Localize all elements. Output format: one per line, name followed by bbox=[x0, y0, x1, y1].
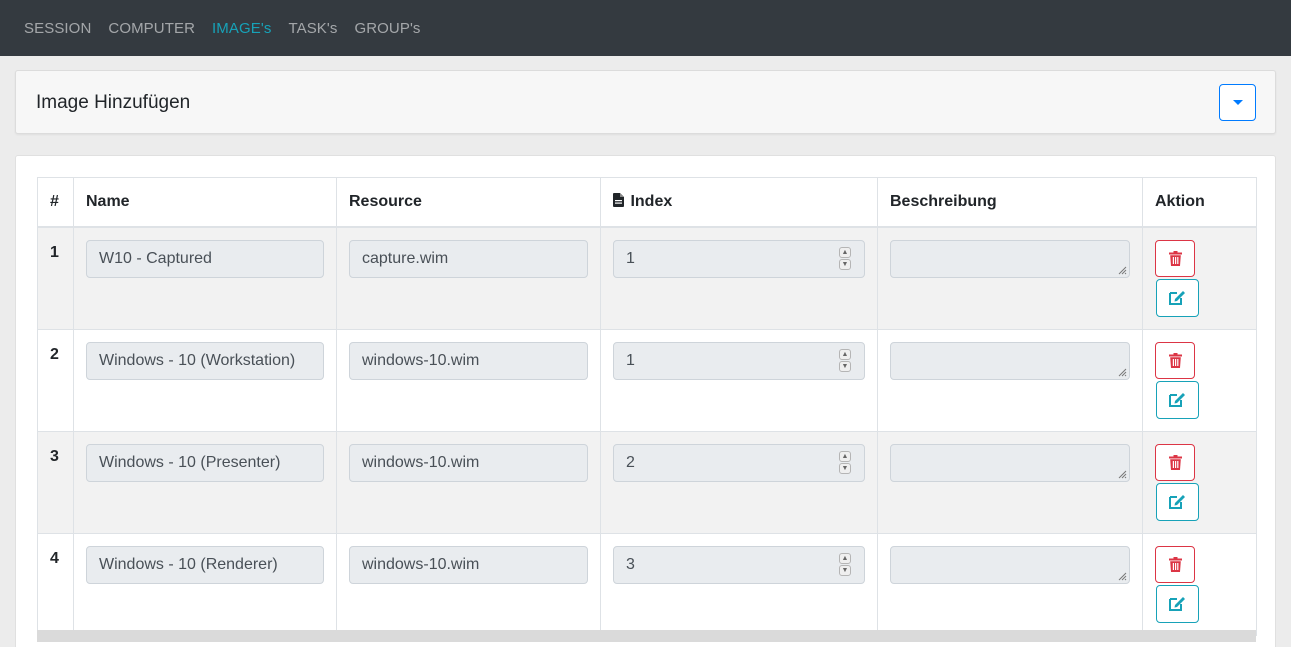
edit-icon bbox=[1169, 393, 1185, 407]
description-textarea[interactable] bbox=[890, 545, 1130, 584]
delete-button[interactable] bbox=[1155, 443, 1195, 481]
description-textarea[interactable] bbox=[890, 443, 1130, 482]
header-description: Beschreibung bbox=[877, 177, 1143, 228]
images-table: # Name Resource Index Beschreibung Aktio… bbox=[37, 177, 1257, 636]
images-table-card: # Name Resource Index Beschreibung Aktio… bbox=[15, 155, 1276, 647]
table-row: 4 Windows - 10 (Renderer) windows-10.wim… bbox=[37, 532, 1257, 636]
spin-up-icon[interactable]: ▲ bbox=[839, 246, 851, 258]
resize-grip-icon[interactable] bbox=[1118, 572, 1127, 581]
trash-icon bbox=[1168, 352, 1182, 368]
nav-item-session[interactable]: SESSION bbox=[24, 20, 91, 37]
name-input[interactable]: Windows - 10 (Workstation) bbox=[86, 341, 324, 380]
table-row: 1 W10 - Captured capture.wim 1 ▲ ▼ bbox=[37, 226, 1257, 330]
spin-up-icon[interactable]: ▲ bbox=[839, 450, 851, 462]
spin-down-icon[interactable]: ▼ bbox=[839, 258, 851, 270]
index-input[interactable]: 3 ▲ ▼ bbox=[613, 545, 865, 584]
file-icon bbox=[613, 193, 624, 207]
edit-icon bbox=[1169, 597, 1185, 611]
delete-button[interactable] bbox=[1155, 545, 1195, 583]
delete-button[interactable] bbox=[1155, 341, 1195, 379]
trash-icon bbox=[1168, 454, 1182, 470]
trash-icon bbox=[1168, 556, 1182, 572]
index-input[interactable]: 1 ▲ ▼ bbox=[613, 341, 865, 380]
name-input[interactable]: Windows - 10 (Presenter) bbox=[86, 443, 324, 482]
caret-down-icon bbox=[1232, 100, 1243, 105]
resize-grip-icon[interactable] bbox=[1118, 266, 1127, 275]
spin-up-icon[interactable]: ▲ bbox=[839, 348, 851, 360]
index-input[interactable]: 2 ▲ ▼ bbox=[613, 443, 865, 482]
spin-up-icon[interactable]: ▲ bbox=[839, 552, 851, 564]
add-image-title: Image Hinzufügen bbox=[36, 92, 191, 113]
nav-item-computer[interactable]: COMPUTER bbox=[108, 20, 195, 37]
delete-button[interactable] bbox=[1155, 239, 1195, 277]
row-number: 1 bbox=[37, 226, 74, 330]
number-spinner[interactable]: ▲ ▼ bbox=[839, 348, 851, 373]
header-action: Aktion bbox=[1142, 177, 1257, 228]
table-header-row: # Name Resource Index Beschreibung Aktio… bbox=[37, 177, 1257, 228]
trash-icon bbox=[1168, 250, 1182, 266]
spin-down-icon[interactable]: ▼ bbox=[839, 564, 851, 576]
edit-button[interactable] bbox=[1156, 380, 1199, 419]
expand-toggle-button[interactable] bbox=[1219, 84, 1256, 121]
resource-input[interactable]: capture.wim bbox=[349, 239, 588, 278]
top-navbar: SESSION COMPUTER IMAGE's TASK's GROUP's bbox=[0, 0, 1291, 56]
edit-icon bbox=[1169, 291, 1185, 305]
row-number: 2 bbox=[37, 328, 74, 432]
nav-item-images[interactable]: IMAGE's bbox=[212, 20, 271, 37]
add-image-card: Image Hinzufügen bbox=[15, 70, 1276, 134]
number-spinner[interactable]: ▲ ▼ bbox=[839, 552, 851, 577]
number-spinner[interactable]: ▲ ▼ bbox=[839, 450, 851, 475]
header-num: # bbox=[37, 177, 74, 228]
edit-icon bbox=[1169, 495, 1185, 509]
table-row: 2 Windows - 10 (Workstation) windows-10.… bbox=[37, 328, 1257, 432]
table-row: 3 Windows - 10 (Presenter) windows-10.wi… bbox=[37, 430, 1257, 534]
nav-item-tasks[interactable]: TASK's bbox=[288, 20, 337, 37]
index-input[interactable]: 1 ▲ ▼ bbox=[613, 239, 865, 278]
index-value: 3 bbox=[626, 555, 635, 573]
index-value: 1 bbox=[626, 249, 635, 267]
description-textarea[interactable] bbox=[890, 239, 1130, 278]
number-spinner[interactable]: ▲ ▼ bbox=[839, 246, 851, 271]
name-input[interactable]: W10 - Captured bbox=[86, 239, 324, 278]
name-input[interactable]: Windows - 10 (Renderer) bbox=[86, 545, 324, 584]
row-number: 3 bbox=[37, 430, 74, 534]
index-value: 2 bbox=[626, 453, 635, 471]
header-index: Index bbox=[600, 177, 878, 228]
header-resource: Resource bbox=[336, 177, 601, 228]
edit-button[interactable] bbox=[1156, 482, 1199, 521]
resource-input[interactable]: windows-10.wim bbox=[349, 545, 588, 584]
table-footer-strip bbox=[37, 630, 1256, 642]
edit-button[interactable] bbox=[1156, 584, 1199, 623]
description-textarea[interactable] bbox=[890, 341, 1130, 380]
spin-down-icon[interactable]: ▼ bbox=[839, 462, 851, 474]
index-value: 1 bbox=[626, 351, 635, 369]
header-index-label: Index bbox=[630, 193, 673, 210]
row-number: 4 bbox=[37, 532, 74, 636]
nav-item-groups[interactable]: GROUP's bbox=[354, 20, 420, 37]
resource-input[interactable]: windows-10.wim bbox=[349, 443, 588, 482]
header-name: Name bbox=[73, 177, 337, 228]
spin-down-icon[interactable]: ▼ bbox=[839, 360, 851, 372]
resize-grip-icon[interactable] bbox=[1118, 470, 1127, 479]
resource-input[interactable]: windows-10.wim bbox=[349, 341, 588, 380]
edit-button[interactable] bbox=[1156, 278, 1199, 317]
resize-grip-icon[interactable] bbox=[1118, 368, 1127, 377]
